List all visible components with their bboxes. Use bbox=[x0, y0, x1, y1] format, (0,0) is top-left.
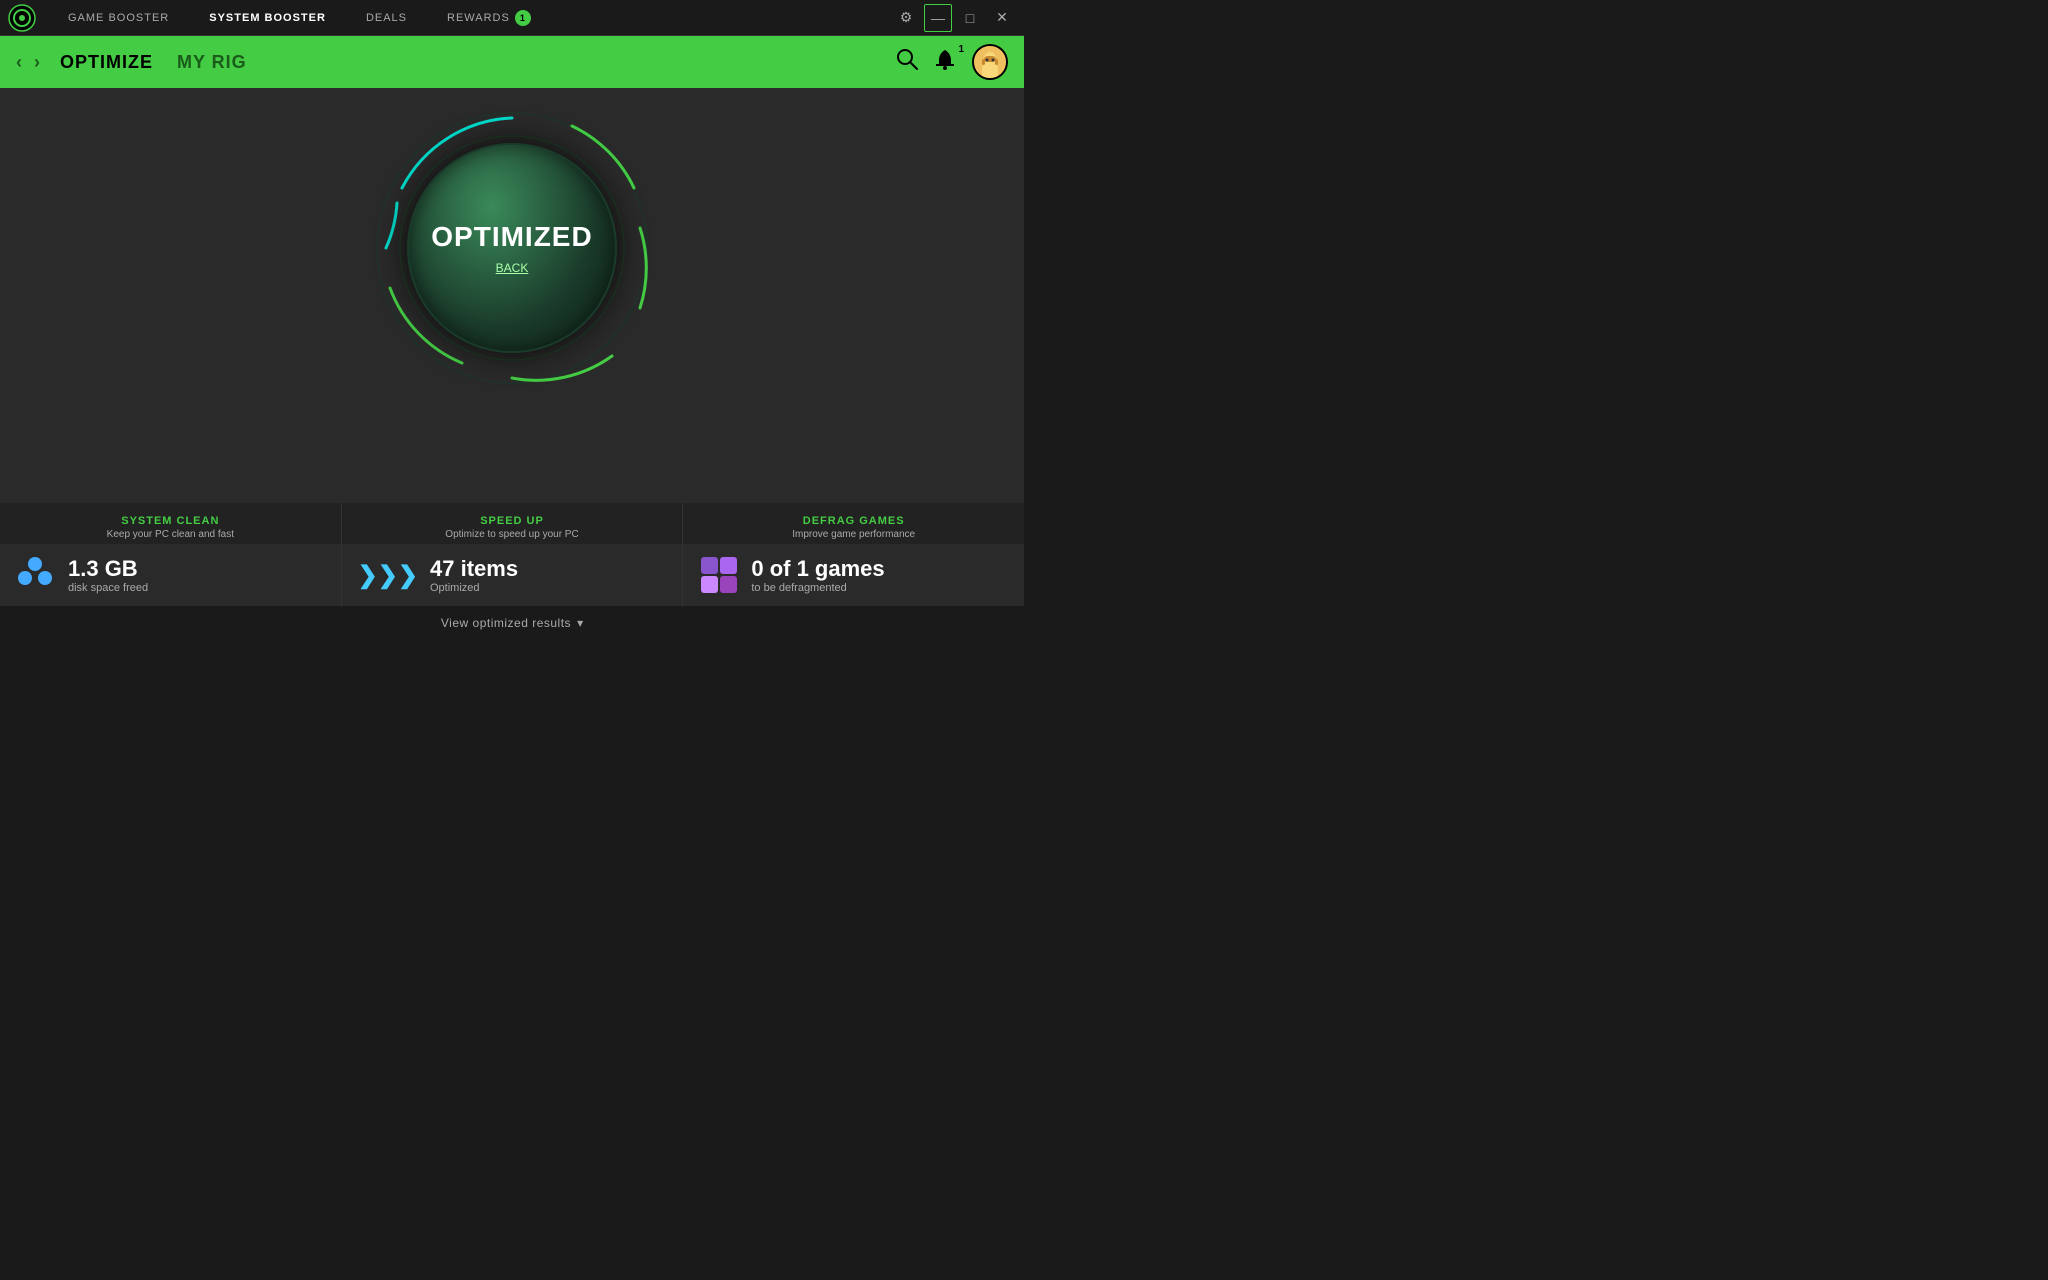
diamond-piece-3 bbox=[701, 576, 718, 593]
defrag-metric: 0 of 1 games to be defragmented bbox=[751, 556, 884, 594]
system-clean-icon bbox=[16, 557, 56, 593]
system-clean-detail: disk space freed bbox=[68, 582, 148, 594]
notification-button[interactable]: 1 bbox=[934, 48, 956, 76]
results-section: SYSTEM CLEAN Keep your PC clean and fast… bbox=[0, 503, 1024, 640]
defrag-games-card: DEFRAG GAMES Improve game performance 0 … bbox=[683, 503, 1024, 606]
speed-up-title: SPEED UP bbox=[358, 515, 667, 527]
speed-up-metric: 47 items Optimized bbox=[430, 556, 518, 594]
minimize-button[interactable]: — bbox=[924, 4, 952, 32]
dot-3 bbox=[38, 571, 52, 585]
defrag-detail: to be defragmented bbox=[751, 582, 884, 594]
nav-item-game-booster[interactable]: GAME BOOSTER bbox=[48, 0, 189, 36]
nav-item-rewards[interactable]: REWARDS 1 bbox=[427, 0, 551, 36]
speed-up-detail: Optimized bbox=[430, 582, 518, 594]
main-nav: GAME BOOSTER SYSTEM BOOSTER DEALS REWARD… bbox=[48, 0, 892, 36]
arrow-3: ❯ bbox=[398, 561, 418, 590]
view-results-row[interactable]: View optimized results ▾ bbox=[0, 606, 1024, 640]
speed-up-body: ❯ ❯ ❯ 47 items Optimized bbox=[342, 544, 683, 606]
system-clean-title: SYSTEM CLEAN bbox=[16, 515, 325, 527]
defrag-icon bbox=[699, 557, 739, 593]
defrag-value: 0 of 1 games bbox=[751, 556, 884, 582]
user-avatar[interactable] bbox=[972, 44, 1008, 80]
system-clean-header: SYSTEM CLEAN Keep your PC clean and fast bbox=[0, 503, 341, 544]
notification-count: 1 bbox=[958, 44, 964, 55]
optimized-display[interactable]: OPTIMIZED BACK bbox=[407, 143, 617, 353]
maximize-button[interactable]: □ bbox=[956, 4, 984, 32]
system-clean-card: SYSTEM CLEAN Keep your PC clean and fast… bbox=[0, 503, 342, 606]
secondary-nav-bar: ‹ › OPTIMIZE MY RIG 1 bbox=[0, 36, 1024, 88]
nav-item-deals[interactable]: DEALS bbox=[346, 0, 427, 36]
defrag-title: DEFRAG GAMES bbox=[699, 515, 1008, 527]
view-results-label: View optimized results bbox=[441, 616, 571, 630]
arrow-2: ❯ bbox=[378, 561, 398, 590]
window-controls: ⚙ — □ ✕ bbox=[892, 4, 1016, 32]
forward-arrow[interactable]: › bbox=[34, 52, 40, 73]
view-results-chevron: ▾ bbox=[577, 616, 583, 630]
secondary-nav: OPTIMIZE MY RIG bbox=[60, 52, 896, 73]
main-content: OPTIMIZED BACK SYSTEM CLEAN Keep your PC… bbox=[0, 88, 1024, 640]
optimized-label: OPTIMIZED bbox=[431, 221, 592, 253]
title-bar: GAME BOOSTER SYSTEM BOOSTER DEALS REWARD… bbox=[0, 0, 1024, 36]
dot-2 bbox=[18, 571, 32, 585]
app-logo bbox=[8, 4, 36, 32]
system-clean-value: 1.3 GB bbox=[68, 556, 148, 582]
dot-1 bbox=[28, 557, 42, 571]
defrag-header: DEFRAG GAMES Improve game performance bbox=[683, 503, 1024, 544]
speed-up-card: SPEED UP Optimize to speed up your PC ❯ … bbox=[342, 503, 684, 606]
system-clean-metric: 1.3 GB disk space freed bbox=[68, 556, 148, 594]
system-clean-subtitle: Keep your PC clean and fast bbox=[16, 529, 325, 540]
nav-my-rig[interactable]: MY RIG bbox=[177, 52, 247, 73]
defrag-subtitle: Improve game performance bbox=[699, 529, 1008, 540]
search-button[interactable] bbox=[896, 48, 918, 76]
nav-item-system-booster[interactable]: SYSTEM BOOSTER bbox=[189, 0, 346, 36]
close-button[interactable]: ✕ bbox=[988, 4, 1016, 32]
rewards-badge: 1 bbox=[515, 10, 531, 26]
speed-up-value: 47 items bbox=[430, 556, 518, 582]
optimization-circle: OPTIMIZED BACK bbox=[372, 108, 652, 388]
cards-row: SYSTEM CLEAN Keep your PC clean and fast… bbox=[0, 503, 1024, 606]
diamond-piece-2 bbox=[720, 557, 737, 574]
diamond-piece-1 bbox=[701, 557, 718, 574]
secondary-right-controls: 1 bbox=[896, 44, 1008, 80]
diamond-piece-4 bbox=[720, 576, 737, 593]
system-clean-body: 1.3 GB disk space freed bbox=[0, 544, 341, 606]
speed-up-icon: ❯ ❯ ❯ bbox=[358, 561, 418, 590]
defrag-body: 0 of 1 games to be defragmented bbox=[683, 544, 1024, 606]
back-link[interactable]: BACK bbox=[496, 261, 529, 275]
settings-button[interactable]: ⚙ bbox=[892, 4, 920, 32]
nav-arrows: ‹ › bbox=[16, 52, 40, 73]
nav-optimize[interactable]: OPTIMIZE bbox=[60, 52, 153, 73]
speed-up-subtitle: Optimize to speed up your PC bbox=[358, 529, 667, 540]
back-arrow[interactable]: ‹ bbox=[16, 52, 22, 73]
arrow-1: ❯ bbox=[358, 561, 378, 590]
speed-up-header: SPEED UP Optimize to speed up your PC bbox=[342, 503, 683, 544]
